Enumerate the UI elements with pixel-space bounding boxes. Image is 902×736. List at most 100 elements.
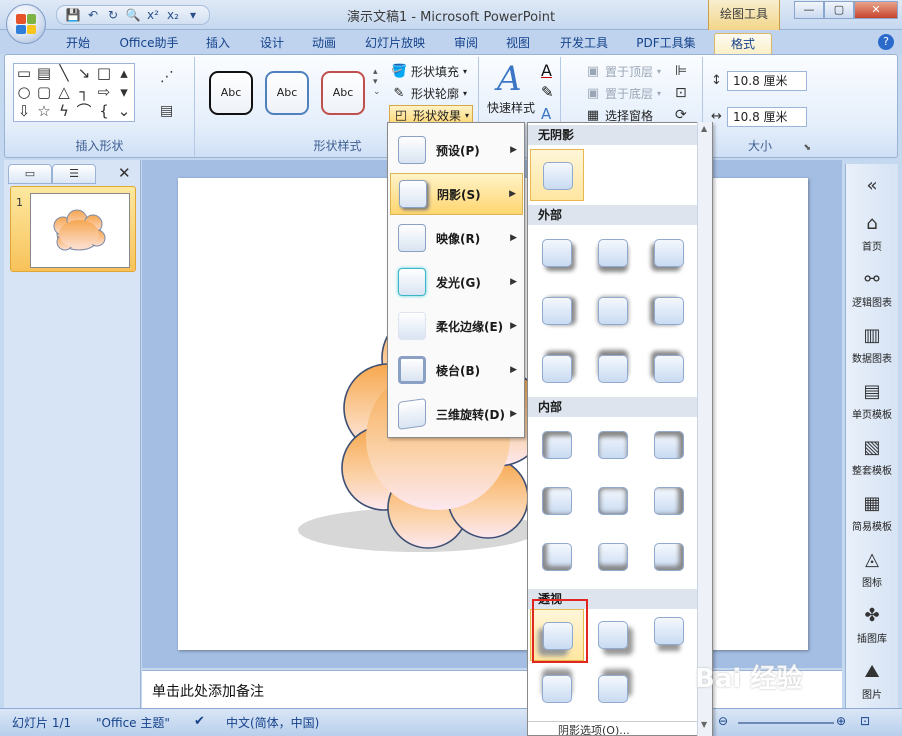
shadow-option-inner[interactable] xyxy=(642,531,696,583)
zoom-out-icon[interactable]: ⊖ xyxy=(718,714,728,728)
tab-pdf-tools[interactable]: PDF工具集 xyxy=(628,33,704,54)
menu-item-glow[interactable]: 发光(G) ▶ xyxy=(390,261,523,303)
text-outline-icon[interactable]: ✎ xyxy=(541,83,554,101)
maximize-button[interactable]: ▢ xyxy=(824,1,854,19)
sidebar-item-illustrations[interactable]: ✤ 插图库 xyxy=(846,604,898,645)
shadow-option-perspective[interactable] xyxy=(586,609,640,661)
rotate-icon[interactable]: ⟳ xyxy=(675,107,687,123)
shadow-option-perspective[interactable] xyxy=(530,663,584,715)
collapse-sidebar-button[interactable]: « xyxy=(846,174,898,200)
oval-shape-icon[interactable]: ○ xyxy=(14,83,34,102)
tab-format[interactable]: 格式 xyxy=(714,33,772,54)
sidebar-item-simple-template[interactable]: ▦ 简易模板 xyxy=(846,492,898,533)
shadow-option-outer[interactable] xyxy=(586,227,640,279)
more-up-icon[interactable]: ▴ xyxy=(114,64,134,83)
gallery-expand-icon[interactable]: ⌄ xyxy=(114,102,134,121)
style-red[interactable]: Abc xyxy=(321,71,365,115)
zoom-in-icon[interactable]: ⊕ xyxy=(836,714,846,728)
sidebar-item-icons[interactable]: ◬ 图标 xyxy=(846,548,898,589)
menu-item-bevel[interactable]: 棱台(B) ▶ xyxy=(390,349,523,391)
shadow-option-inner[interactable] xyxy=(586,531,640,583)
tab-animation[interactable]: 动画 xyxy=(304,33,344,54)
sidebar-item-full-template[interactable]: ▧ 整套模板 xyxy=(846,436,898,477)
shadow-option-perspective[interactable] xyxy=(586,663,640,715)
send-back-button[interactable]: ▣ 置于底层 ▾ xyxy=(585,85,661,102)
fit-window-icon[interactable]: ⊡ xyxy=(860,714,870,728)
tab-review[interactable]: 审阅 xyxy=(446,33,486,54)
tab-slideshow[interactable]: 幻灯片放映 xyxy=(358,33,432,54)
size-dialog-launcher-icon[interactable]: ⬊ xyxy=(803,143,811,153)
wordart-icon[interactable]: A xyxy=(497,59,522,99)
sidebar-item-data-chart[interactable]: ▥ 数据图表 xyxy=(846,324,898,365)
spellcheck-icon[interactable]: ✔ xyxy=(194,714,205,729)
align-icon[interactable]: ⊫ xyxy=(675,63,687,79)
arc-shape-icon[interactable]: ⌒ xyxy=(74,102,94,121)
shadow-option-outer[interactable] xyxy=(642,343,696,395)
shadow-option-inner[interactable] xyxy=(642,475,696,527)
outline-tab[interactable]: ☰ xyxy=(52,164,96,184)
line-shape-icon[interactable]: ╲ xyxy=(54,64,74,83)
text-effects-icon[interactable]: A xyxy=(541,105,551,123)
right-arrow-shape-icon[interactable]: ⇨ xyxy=(94,83,114,102)
close-pane-icon[interactable]: ✕ xyxy=(118,164,131,182)
arrow-line-shape-icon[interactable]: ↘ xyxy=(74,64,94,83)
shadow-option-outer[interactable] xyxy=(530,343,584,395)
shadow-option-outer[interactable] xyxy=(530,285,584,337)
zoom-slider[interactable] xyxy=(738,722,834,724)
quick-styles-button[interactable]: 快速样式 xyxy=(487,99,535,116)
help-icon[interactable]: ? xyxy=(878,34,894,50)
shadow-option-perspective[interactable] xyxy=(642,605,696,657)
width-input[interactable]: 10.8 厘米 xyxy=(727,107,807,127)
bring-front-button[interactable]: ▣ 置于顶层 ▾ xyxy=(585,63,661,80)
gallery-scrollbar[interactable]: ▲ ▼ xyxy=(697,122,712,736)
scroll-down-icon[interactable]: ▼ xyxy=(701,720,707,729)
menu-item-soft-edges[interactable]: 柔化边缘(E) ▶ xyxy=(390,305,523,347)
more-down-icon[interactable]: ▾ xyxy=(114,83,134,102)
menu-item-shadow[interactable]: 阴影(S) ▶ xyxy=(390,173,523,215)
edit-shape-icon[interactable]: ⋰ xyxy=(160,69,174,85)
sidebar-item-home[interactable]: ⌂ 首页 xyxy=(846,212,898,253)
minimize-button[interactable]: — xyxy=(794,1,824,19)
text-fill-icon[interactable]: A xyxy=(541,61,552,80)
connector-shape-icon[interactable]: ┐ xyxy=(74,83,94,102)
tab-developer[interactable]: 开发工具 xyxy=(552,33,616,54)
shapes-gallery[interactable]: ▭ ▤ ╲ ↘ □ ▴ ○ ▢ △ ┐ ⇨ ▾ ⇩ ☆ ϟ ⌒{⌄ xyxy=(13,63,135,122)
style-blue[interactable]: Abc xyxy=(265,71,309,115)
height-input[interactable]: 10.8 厘米 xyxy=(727,71,807,91)
shadow-option-inner[interactable] xyxy=(586,475,640,527)
close-button[interactable]: ✕ xyxy=(854,1,898,19)
shadow-option-outer[interactable] xyxy=(530,227,584,279)
styles-scroll-icon[interactable]: ▴ ▾ ⌄ xyxy=(373,67,381,97)
shadow-option-inner[interactable] xyxy=(530,475,584,527)
sidebar-item-pictures[interactable]: ⛰ 图片 xyxy=(846,660,898,701)
slide-thumbnail[interactable] xyxy=(30,193,130,268)
tab-insert[interactable]: 插入 xyxy=(198,33,238,54)
vtextbox-shape-icon[interactable]: ▤ xyxy=(34,64,54,83)
shadow-options-link[interactable]: 阴影选项(O)... xyxy=(528,721,698,735)
shadow-option-outer[interactable] xyxy=(642,227,696,279)
roundrect-shape-icon[interactable]: ▢ xyxy=(34,83,54,102)
textbox-shape-icon[interactable]: ▭ xyxy=(14,64,34,83)
rect-shape-icon[interactable]: □ xyxy=(94,64,114,83)
star-shape-icon[interactable]: ☆ xyxy=(34,102,54,121)
scroll-up-icon[interactable]: ▲ xyxy=(701,124,707,133)
down-arrow-shape-icon[interactable]: ⇩ xyxy=(14,102,34,121)
lightning-shape-icon[interactable]: ϟ xyxy=(54,102,74,121)
shadow-option-inner[interactable] xyxy=(642,419,696,471)
shadow-option-outer[interactable] xyxy=(642,285,696,337)
shadow-option-inner[interactable] xyxy=(586,419,640,471)
tab-office-assistant[interactable]: Office助手 xyxy=(112,33,186,54)
shadow-option-inner[interactable] xyxy=(530,531,584,583)
textbox-icon[interactable]: ▤ xyxy=(160,103,173,119)
style-black[interactable]: Abc xyxy=(209,71,253,115)
shadow-option-outer[interactable] xyxy=(586,285,640,337)
shape-fill-button[interactable]: 🪣 形状填充 ▾ xyxy=(391,63,467,80)
shadow-option-inner[interactable] xyxy=(530,419,584,471)
sidebar-item-logic-chart[interactable]: ⚯ 逻辑图表 xyxy=(846,268,898,309)
office-button[interactable] xyxy=(6,4,46,44)
menu-item-reflection[interactable]: 映像(R) ▶ xyxy=(390,217,523,259)
shadow-option-outer[interactable] xyxy=(586,343,640,395)
tab-view[interactable]: 视图 xyxy=(498,33,538,54)
menu-item-preset[interactable]: 预设(P) ▶ xyxy=(390,129,523,171)
tab-design[interactable]: 设计 xyxy=(252,33,292,54)
